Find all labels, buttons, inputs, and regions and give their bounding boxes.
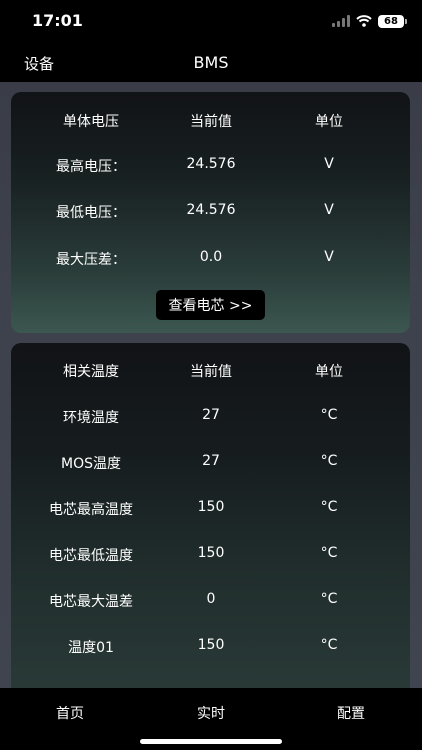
row-value: 0.0 bbox=[199, 249, 223, 265]
temperature-row: MOS温度 27 °C bbox=[11, 450, 410, 474]
voltage-card: 单体电压 当前值 单位 最高电压： 24.576 V 最低电压： 24.576 … bbox=[11, 92, 410, 333]
row-value: 24.576 bbox=[186, 156, 236, 172]
row-label: 电芯最低温度 bbox=[49, 548, 133, 564]
temperature-row: 电芯最大温差 0 °C bbox=[11, 588, 410, 612]
battery-level: 68 bbox=[384, 15, 398, 27]
row-label: 电芯最大温差 bbox=[49, 594, 133, 610]
status-time: 17:01 bbox=[32, 11, 83, 30]
row-value: 27 bbox=[202, 453, 220, 469]
tab-home[interactable]: 首页 bbox=[15, 703, 125, 723]
tab-bar: 首页 实时 配置 bbox=[0, 688, 422, 750]
row-label: 环境温度 bbox=[63, 410, 119, 426]
temperature-row: 温度01 150 °C bbox=[11, 634, 410, 658]
status-bar: 17:01 68 bbox=[0, 0, 422, 42]
row-value: 24.576 bbox=[186, 202, 236, 218]
row-label: 电芯最高温度 bbox=[49, 502, 133, 518]
view-cells-button[interactable]: 查看电芯 >> bbox=[156, 290, 265, 320]
status-icons: 68 bbox=[332, 12, 407, 30]
row-label: MOS温度 bbox=[61, 456, 121, 472]
nav-bar: 设备 BMS bbox=[0, 42, 422, 82]
voltage-row-max: 最高电压： 24.576 V bbox=[11, 153, 410, 177]
home-indicator[interactable] bbox=[140, 739, 282, 744]
row-value: 150 bbox=[197, 499, 225, 515]
row-value: 150 bbox=[197, 637, 225, 653]
row-unit: °C bbox=[320, 407, 338, 423]
tab-realtime[interactable]: 实时 bbox=[156, 703, 266, 723]
temperature-header-row: 相关温度 当前值 单位 bbox=[11, 358, 410, 382]
tab-config[interactable]: 配置 bbox=[296, 703, 406, 723]
voltage-row-diff: 最大压差： 0.0 V bbox=[11, 246, 410, 270]
temperature-row: 电芯最高温度 150 °C bbox=[11, 496, 410, 520]
row-unit: °C bbox=[320, 499, 338, 515]
row-unit: °C bbox=[320, 637, 338, 653]
page-title: BMS bbox=[193, 53, 229, 72]
row-label: 最低电压： bbox=[56, 205, 126, 221]
wifi-icon bbox=[356, 15, 372, 27]
temperature-row: 电芯最低温度 150 °C bbox=[11, 542, 410, 566]
row-unit: °C bbox=[320, 591, 338, 607]
row-value: 0 bbox=[206, 591, 216, 607]
header-label: 单体电压 bbox=[63, 114, 119, 130]
header-value: 当前值 bbox=[190, 364, 232, 380]
battery-icon: 68 bbox=[378, 14, 407, 28]
temperature-card: 相关温度 当前值 单位 环境温度 27 °C MOS温度 27 °C 电芯最高温… bbox=[11, 343, 410, 703]
row-value: 27 bbox=[202, 407, 220, 423]
header-unit: 单位 bbox=[315, 364, 343, 380]
temperature-row: 环境温度 27 °C bbox=[11, 404, 410, 428]
cellular-signal-icon bbox=[332, 15, 350, 27]
row-unit: °C bbox=[320, 453, 338, 469]
row-label: 温度01 bbox=[68, 640, 114, 656]
header-label: 相关温度 bbox=[63, 364, 119, 380]
header-unit: 单位 bbox=[315, 114, 343, 130]
header-value: 当前值 bbox=[190, 114, 232, 130]
voltage-header-row: 单体电压 当前值 单位 bbox=[11, 108, 410, 132]
voltage-row-min: 最低电压： 24.576 V bbox=[11, 199, 410, 223]
row-value: 150 bbox=[197, 545, 225, 561]
row-unit: °C bbox=[320, 545, 338, 561]
row-unit: V bbox=[324, 249, 334, 265]
row-label: 最高电压： bbox=[56, 159, 126, 175]
row-unit: V bbox=[324, 202, 334, 218]
row-label: 最大压差： bbox=[56, 252, 126, 268]
row-unit: V bbox=[324, 156, 334, 172]
